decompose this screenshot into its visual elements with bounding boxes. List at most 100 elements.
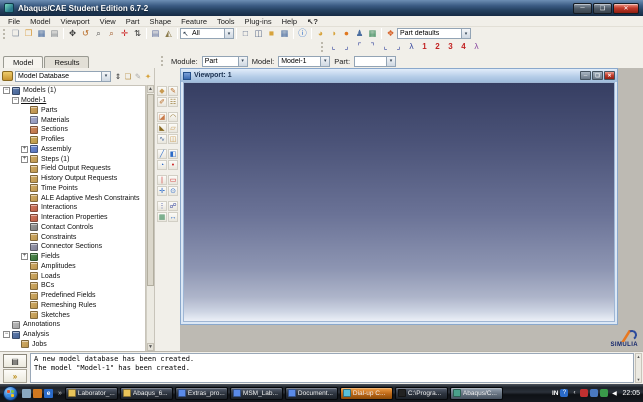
minimize-button[interactable]: ─ [573, 3, 592, 14]
tray-antivirus-icon[interactable] [600, 389, 608, 397]
view-bottom-icon[interactable]: ⌝ [366, 41, 379, 53]
menu-item-feature[interactable]: Feature [176, 17, 212, 26]
create-wire-icon[interactable]: ∿ [157, 134, 167, 144]
color-code-combo[interactable]: Part defaults▾ [397, 28, 471, 39]
menu-item-model[interactable]: Model [25, 17, 55, 26]
tab-model[interactable]: Model [3, 56, 43, 68]
pan-view-icon[interactable]: ✥ [66, 28, 79, 40]
tray-hidden-icons-chevron[interactable]: ‹ [570, 389, 578, 397]
scroll-down-icon[interactable]: ▼ [637, 377, 641, 382]
tree-item-assembly[interactable]: +Assembly [0, 145, 145, 155]
scroll-up-icon[interactable]: ▲ [147, 85, 154, 93]
tree-item-fields[interactable]: +Fields [0, 252, 145, 262]
rotate-view-icon[interactable]: ↺ [79, 28, 92, 40]
chevron-down-icon[interactable]: ▾ [386, 57, 395, 66]
show-desktop-icon[interactable] [22, 389, 31, 398]
tab-results[interactable]: Results [44, 56, 89, 68]
box-zoom-icon[interactable]: ⌕ [105, 28, 118, 40]
tray-volume-icon[interactable]: ◀ [610, 389, 618, 397]
module-combo[interactable]: Part ▾ [202, 56, 248, 67]
viewport-minimize-button[interactable]: ─ [580, 71, 591, 80]
wireframe-render-icon[interactable]: □ [239, 28, 252, 40]
viewport-close-button[interactable]: ✕ [604, 71, 615, 80]
tree-item-profiles[interactable]: Profiles [0, 135, 145, 145]
chevron-down-icon[interactable]: ▾ [461, 29, 470, 38]
show-hide-icon[interactable]: ✦ [143, 71, 153, 82]
user-view-2[interactable]: 2 [431, 41, 444, 53]
create-round-fillet-icon[interactable]: ◠ [168, 112, 178, 122]
menu-item-part[interactable]: Part [121, 17, 145, 26]
create-cut-icon[interactable]: ◪ [157, 112, 167, 122]
light-options-icon[interactable]: ● [340, 28, 353, 40]
model-database-combo[interactable]: Model Database ▾ [15, 71, 111, 82]
taskbar-button-abaqus-c[interactable]: Abaqus/C... [450, 387, 503, 400]
render-beam-profiles-icon[interactable]: ◭ [162, 28, 175, 40]
open-icon[interactable]: ❐ [22, 28, 35, 40]
message-scrollbar[interactable]: ▲ ▼ [635, 353, 642, 383]
message-log[interactable]: A new model database has been created. T… [30, 353, 634, 383]
tree-item-models-1[interactable]: −Models (1) [0, 86, 145, 96]
part-combo[interactable]: ▾ [354, 56, 396, 67]
create-shell-icon[interactable]: ▱ [168, 123, 178, 133]
taskbar-button-extras-pro[interactable]: Extras_pro... [175, 387, 228, 400]
tree-item-annotations[interactable]: Annotations [0, 320, 145, 330]
print-icon[interactable]: ▤ [48, 28, 61, 40]
collapse-icon[interactable]: − [3, 87, 10, 94]
chevron-down-icon[interactable]: ▾ [101, 72, 110, 81]
view-front-icon[interactable]: ⌞ [327, 41, 340, 53]
tree-item-ale-adaptive-mesh-constraints[interactable]: ALE Adaptive Mesh Constraints [0, 193, 145, 203]
perspective-off-icon[interactable]: ◑ [327, 28, 340, 40]
expand-icon[interactable]: + [21, 253, 28, 260]
collapse-icon[interactable]: − [12, 97, 19, 104]
menu-item-help[interactable]: Help [277, 17, 302, 26]
create-datum-plane-icon[interactable]: ▭ [168, 175, 178, 185]
partition-edge-icon[interactable]: ╱ [157, 149, 167, 159]
tree-item-steps-1[interactable]: +Steps (1) [0, 154, 145, 164]
new-model-icon[interactable]: ❏ [9, 28, 22, 40]
menu-item-viewport[interactable]: Viewport [56, 17, 95, 26]
tree-item-history-output-requests[interactable]: History Output Requests [0, 174, 145, 184]
magnify-view-icon[interactable]: ⌕ [92, 28, 105, 40]
perspective-on-icon[interactable]: ◕ [314, 28, 327, 40]
tree-item-predefined-fields[interactable]: Predefined Fields [0, 291, 145, 301]
expand-icon[interactable]: + [21, 156, 28, 163]
measure-icon[interactable]: ↔ [168, 212, 178, 222]
tree-item-materials[interactable]: Materials [0, 115, 145, 125]
tree-item-sections[interactable]: Sections [0, 125, 145, 135]
spin-selector-icon[interactable]: ⇕ [113, 71, 123, 82]
viewport-maximize-button[interactable]: ❑ [592, 71, 603, 80]
expand-icon[interactable]: + [21, 146, 28, 153]
internet-explorer-icon[interactable]: e [44, 389, 53, 398]
partition-face-icon[interactable]: ◧ [168, 149, 178, 159]
chevron-down-icon[interactable]: ▾ [224, 29, 233, 38]
cycle-views-icon[interactable]: ⇅ [131, 28, 144, 40]
edit-feature-icon[interactable]: ✐ [157, 97, 167, 107]
collapse-icon[interactable]: − [3, 331, 10, 338]
scroll-down-icon[interactable]: ▼ [147, 343, 154, 351]
tree-item-model-1[interactable]: −Model-1 [0, 96, 145, 106]
menu-item-shape[interactable]: Shape [144, 17, 176, 26]
color-code-icon[interactable]: ❖ [384, 28, 397, 40]
viewport-canvas[interactable] [183, 82, 615, 322]
view-left-icon[interactable]: ⌞ [379, 41, 392, 53]
display-options-icon[interactable]: ▦ [366, 28, 379, 40]
tree-item-remeshing-rules[interactable]: Remeshing Rules [0, 301, 145, 311]
taskbar-button-abaqus-6[interactable]: Abaqus_6... [120, 387, 173, 400]
tray-update-icon[interactable] [580, 389, 588, 397]
save-icon[interactable]: ▦ [35, 28, 48, 40]
chevron-down-icon[interactable]: ▾ [320, 57, 329, 66]
model-combo[interactable]: Model-1 ▾ [278, 56, 330, 67]
user-view-1[interactable]: 1 [418, 41, 431, 53]
edit-vertices-icon[interactable]: ⋮ [157, 201, 167, 211]
menu-item-view[interactable]: View [95, 17, 121, 26]
create-datum-point-icon[interactable]: • [168, 160, 178, 170]
taskbar-button-dial-up-c[interactable]: Dial-up C... [340, 387, 393, 400]
create-datum-axis-icon[interactable]: ∣ [157, 175, 167, 185]
taskbar-button-laborator[interactable]: Laborator_... [65, 387, 118, 400]
tree-item-amplitudes[interactable]: Amplitudes [0, 262, 145, 272]
create-reference-point-icon[interactable]: ⊙ [168, 186, 178, 196]
tree-scrollbar[interactable]: ▲ ▼ [146, 85, 154, 351]
taskbar-clock[interactable]: 22:05 [622, 390, 640, 397]
tree-item-sketches[interactable]: Sketches [0, 310, 145, 320]
context-help-icon[interactable]: ↖? [302, 17, 323, 26]
